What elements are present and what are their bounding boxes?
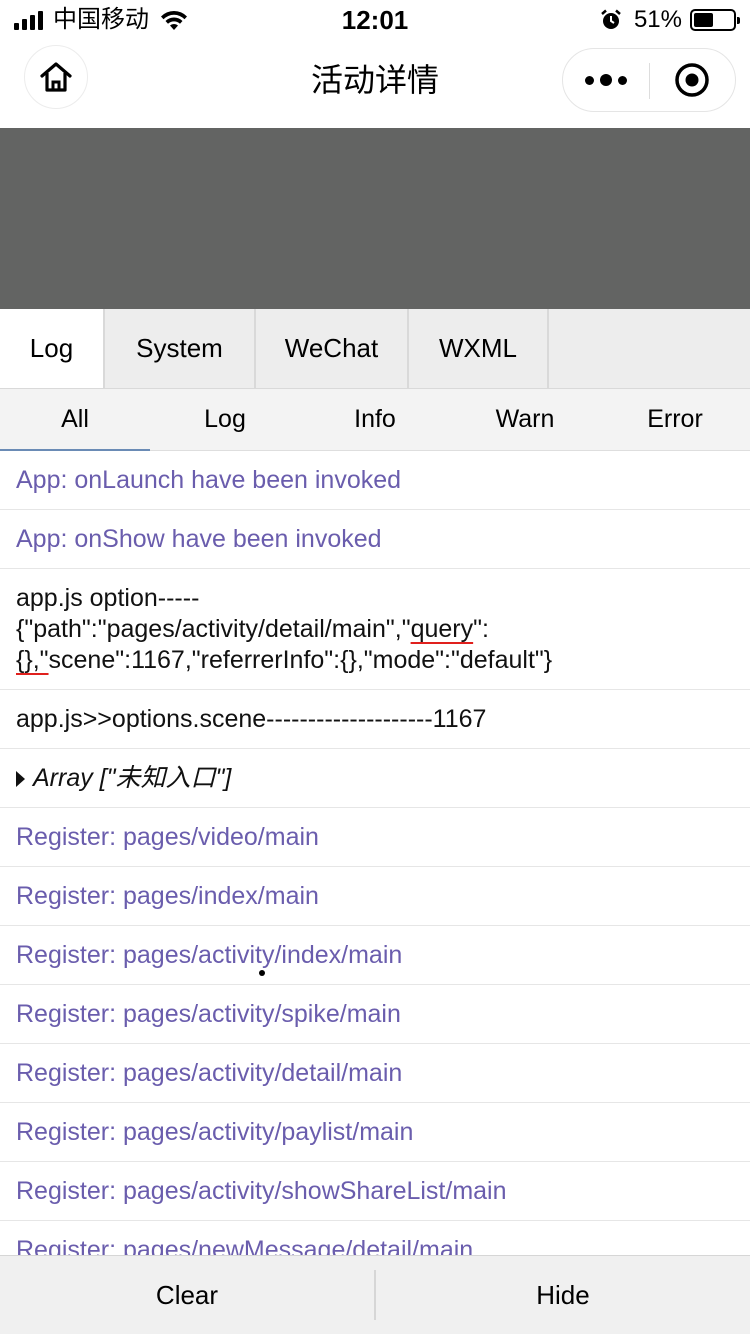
clear-button[interactable]: Clear xyxy=(0,1256,374,1334)
status-bar: 中国移动 12:01 51% xyxy=(0,0,750,40)
expand-triangle-icon[interactable] xyxy=(16,770,25,787)
subtab-warn[interactable]: Warn xyxy=(450,389,600,450)
log-item: Register: pages/index/main xyxy=(0,867,750,926)
log-item: Register: pages/activity/spike/main xyxy=(0,985,750,1044)
nav-bar: 活动详情 xyxy=(0,40,750,128)
log-text-empty-object: {}," xyxy=(16,646,49,674)
more-button[interactable] xyxy=(563,49,649,111)
log-line: {},"scene":1167,"referrerInfo":{},"mode"… xyxy=(16,645,734,676)
log-item: Register: pages/activity/detail/main xyxy=(0,1044,750,1103)
log-item: Register: pages/activity/paylist/main xyxy=(0,1103,750,1162)
battery-fill xyxy=(694,13,714,27)
hide-button[interactable]: Hide xyxy=(376,1256,750,1334)
log-item: Register: pages/newMessage/detail/main xyxy=(0,1221,750,1255)
tab-log[interactable]: Log xyxy=(0,309,105,388)
vconsole-toolbar: Clear Hide xyxy=(0,1255,750,1334)
log-item-options: app.js option----- {"path":"pages/activi… xyxy=(0,569,750,690)
log-item: app.js>>options.scene-------------------… xyxy=(0,690,750,749)
log-text: scene":1167,"referrerInfo":{},"mode":"de… xyxy=(48,646,553,674)
touch-dot xyxy=(259,970,265,976)
vconsole-tabs: Log System WeChat WXML xyxy=(0,309,750,389)
log-list[interactable]: App: onLaunch have been invoked App: onS… xyxy=(0,451,750,1255)
log-text-query: query xyxy=(410,615,474,643)
tab-wechat[interactable]: WeChat xyxy=(256,309,409,388)
more-dot-right xyxy=(618,75,627,85)
capsule-menu xyxy=(562,48,736,112)
log-item: Register: pages/video/main xyxy=(0,808,750,867)
log-item-array[interactable]: Array ["未知入口"] xyxy=(0,749,750,808)
log-item: Register: pages/activity/index/main xyxy=(0,926,750,985)
battery-icon xyxy=(690,9,740,31)
banner-placeholder xyxy=(0,128,750,309)
subtab-error[interactable]: Error xyxy=(600,389,750,450)
log-line: app.js option----- xyxy=(16,584,200,612)
log-item: Register: pages/activity/showShareList/m… xyxy=(0,1162,750,1221)
subtab-log[interactable]: Log xyxy=(150,389,300,450)
array-text: Array ["未知入口"] xyxy=(33,764,232,792)
log-text: ": xyxy=(473,615,489,643)
log-line: {"path":"pages/activity/detail/main","qu… xyxy=(16,614,734,645)
subtab-info[interactable]: Info xyxy=(300,389,450,450)
log-item: App: onLaunch have been invoked xyxy=(0,451,750,510)
close-button[interactable] xyxy=(649,49,735,111)
log-item: App: onShow have been invoked xyxy=(0,510,750,569)
more-dots-icon xyxy=(585,75,594,85)
more-dot-center xyxy=(600,74,612,86)
status-right: 51% xyxy=(600,6,740,34)
battery-percent: 51% xyxy=(633,6,682,33)
vconsole-subtabs: All Log Info Warn Error xyxy=(0,389,750,451)
tab-wxml[interactable]: WXML xyxy=(409,309,549,388)
target-close-icon xyxy=(675,63,709,97)
tab-system[interactable]: System xyxy=(105,309,256,388)
subtab-all[interactable]: All xyxy=(0,389,150,451)
alarm-icon xyxy=(601,9,621,29)
log-text: {"path":"pages/activity/detail/main"," xyxy=(16,615,411,643)
